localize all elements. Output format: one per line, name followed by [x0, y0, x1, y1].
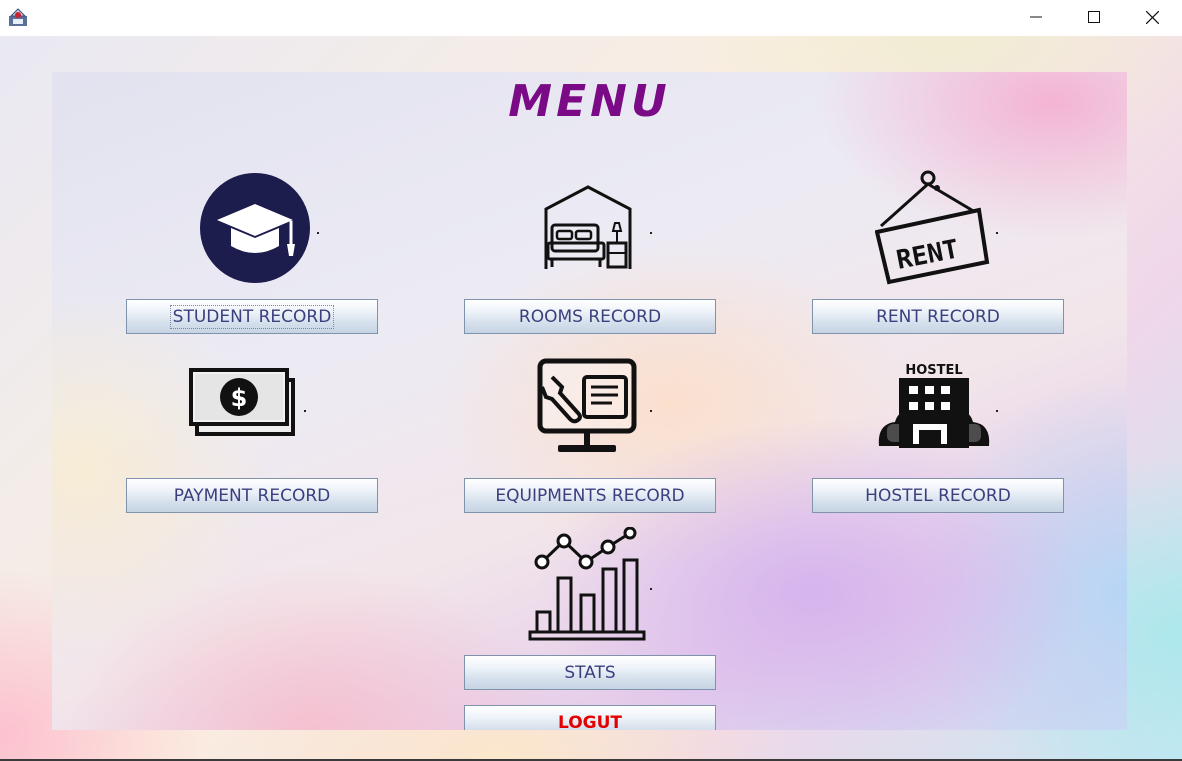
rent-record-button[interactable]: RENT RECORD: [812, 299, 1064, 334]
student-record-button[interactable]: STUDENT RECORD: [126, 299, 378, 334]
rooms-record-label: ROOMS RECORD: [518, 306, 662, 327]
decoration-dot: [996, 232, 998, 234]
decoration-dot: [996, 410, 998, 412]
equipments-record-label: EQUIPMENTS RECORD: [495, 485, 685, 506]
equipment-monitor-icon: [536, 357, 638, 459]
maximize-icon[interactable]: [1065, 0, 1123, 34]
java-app-icon[interactable]: [8, 7, 28, 27]
decoration-dot: [317, 232, 319, 234]
bedroom-icon: [542, 185, 634, 275]
logout-label: LOGUT: [557, 712, 623, 731]
graduation-cap-icon: [199, 172, 311, 288]
payment-record-button[interactable]: PAYMENT RECORD: [126, 478, 378, 513]
money-bill-icon: $: [189, 368, 299, 447]
window-background: MENU RENT $ HOSTEL STUDENT RECORD ROOMS …: [0, 36, 1182, 759]
rent-record-label: RENT RECORD: [876, 306, 1000, 327]
payment-record-label: PAYMENT RECORD: [173, 485, 331, 506]
rooms-record-button[interactable]: ROOMS RECORD: [464, 299, 716, 334]
window-titlebar: [0, 0, 1182, 36]
stats-label: STATS: [564, 662, 616, 683]
svg-text:$: $: [231, 384, 248, 412]
logout-button[interactable]: LOGUT: [464, 705, 716, 730]
hostel-building-icon: HOSTEL: [875, 362, 993, 456]
decoration-dot: [650, 232, 652, 234]
hostel-record-button[interactable]: HOSTEL RECORD: [812, 478, 1064, 513]
close-icon[interactable]: [1123, 0, 1181, 34]
stats-button[interactable]: STATS: [464, 655, 716, 690]
decoration-dot: [304, 410, 306, 412]
equipments-record-button[interactable]: EQUIPMENTS RECORD: [464, 478, 716, 513]
decoration-dot: [650, 410, 652, 412]
rent-sign-icon: RENT: [874, 170, 991, 290]
student-record-label: STUDENT RECORD: [169, 304, 335, 329]
decoration-dot: [650, 588, 652, 590]
hostel-record-label: HOSTEL RECORD: [865, 485, 1011, 506]
stats-chart-icon: [528, 526, 648, 647]
hostel-sign-text: HOSTEL: [905, 363, 962, 378]
page-title: MENU: [508, 76, 671, 127]
menu-panel: MENU RENT $ HOSTEL STUDENT RECORD ROOMS …: [52, 72, 1127, 730]
minimize-icon[interactable]: [1007, 0, 1065, 34]
